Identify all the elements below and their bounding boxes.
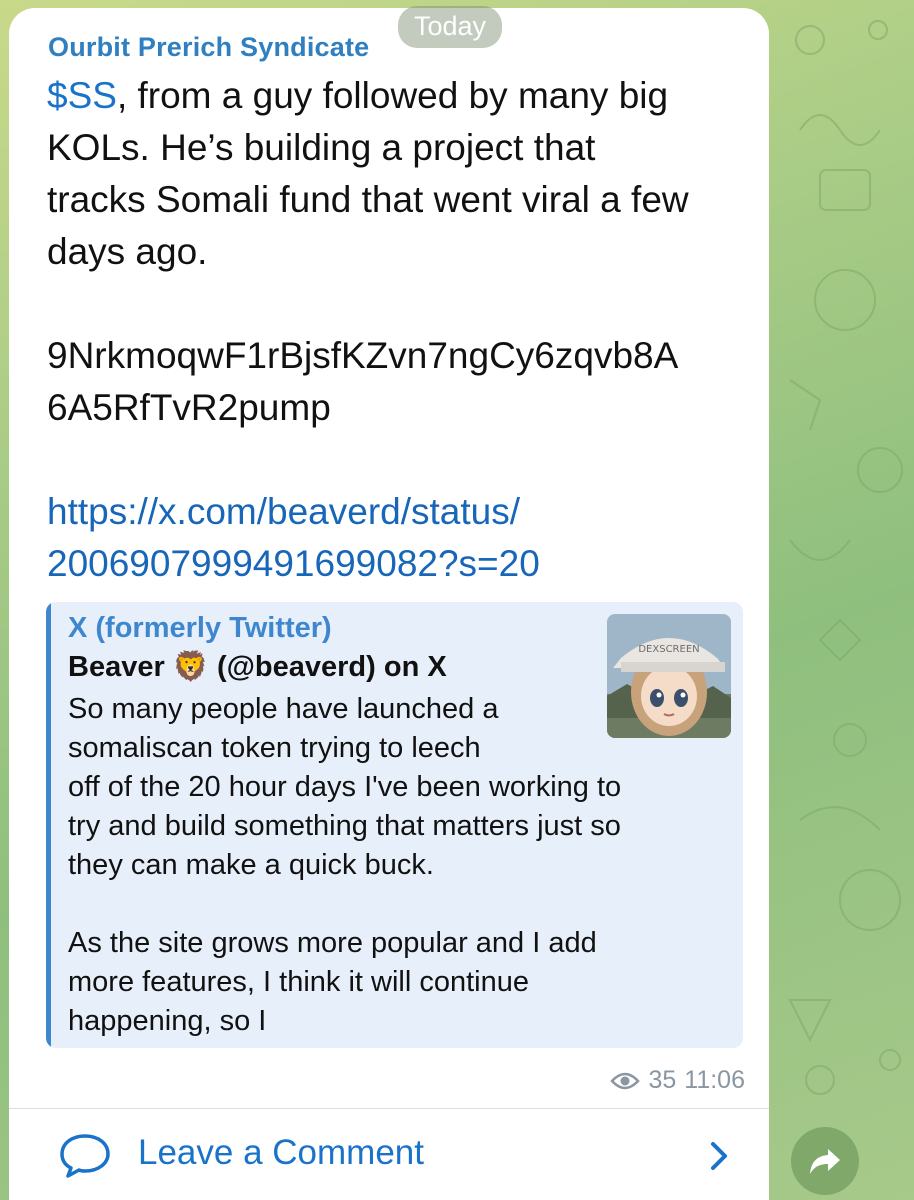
message-line-1: $SS, from a guy followed by many big <box>47 70 762 122</box>
leave-comment-label: Leave a Comment <box>138 1133 424 1172</box>
share-arrow-icon <box>810 1149 840 1174</box>
eye-icon <box>610 1072 641 1089</box>
preview-desc-line: try and build something that matters jus… <box>68 810 621 842</box>
cap-logo-text: DEXSCREEN <box>638 644 699 655</box>
share-button[interactable] <box>791 1127 859 1195</box>
channel-name[interactable]: Ourbit Prerich Syndicate <box>48 32 369 63</box>
preview-site-name: X (formerly Twitter) <box>68 612 332 644</box>
preview-title-name: Beaver <box>68 651 165 683</box>
preview-desc-line: more features, I think it will continue <box>68 966 529 998</box>
message-text: , from a guy followed by many big <box>116 75 669 116</box>
preview-desc-line: they can make a quick buck. <box>68 849 434 881</box>
contract-address-line-2: 6A5RfTvR2pump <box>47 387 331 428</box>
lion-emoji: 🦁 <box>172 651 209 683</box>
message-line-2: KOLs. He’s building a project that <box>47 127 596 168</box>
speech-bubble-icon <box>60 1134 110 1178</box>
preview-desc-line: So many people have launched a <box>68 693 499 725</box>
preview-desc-line: somaliscan token trying to leech <box>68 732 481 764</box>
preview-desc-line: off of the 20 hour days I've been workin… <box>68 771 622 803</box>
message-time: 11:06 <box>684 1066 745 1094</box>
preview-thumbnail-avatar: DEXSCREEN <box>607 614 731 738</box>
message-line-3: tracks Somali fund that went viral a few <box>47 179 689 220</box>
message-meta: 35 11:06 <box>610 1066 745 1095</box>
message-bubble: Ourbit Prerich Syndicate $SS, from a guy… <box>9 8 769 1200</box>
tweet-link-line-2[interactable]: 2006907999491699082?s=20 <box>47 538 762 590</box>
message-line-4: days ago. <box>47 231 208 272</box>
chevron-right-icon <box>711 1142 727 1170</box>
leave-comment-button[interactable]: Leave a Comment <box>9 1109 769 1200</box>
view-count: 35 <box>648 1066 677 1094</box>
preview-desc-line: As the site grows more popular and I add <box>68 927 597 959</box>
contract-address-line-1: 9NrkmoqwF1rBjsfKZvn7ngCy6zqvb8A <box>47 335 679 376</box>
preview-title: Beaver 🦁 (@beaverd) on X <box>68 650 447 684</box>
tweet-link-line-1[interactable]: https://x.com/beaverd/status/ <box>47 486 762 538</box>
link-preview-card[interactable]: X (formerly Twitter) Beaver 🦁 (@beaverd)… <box>46 602 743 1048</box>
preview-desc-line: happening, so I <box>68 1005 267 1037</box>
preview-title-handle: (@beaverd) on X <box>216 651 447 683</box>
ticker-link[interactable]: $SS <box>47 75 117 116</box>
date-badge: Today <box>398 6 503 48</box>
preview-accent-bar <box>46 602 51 1048</box>
